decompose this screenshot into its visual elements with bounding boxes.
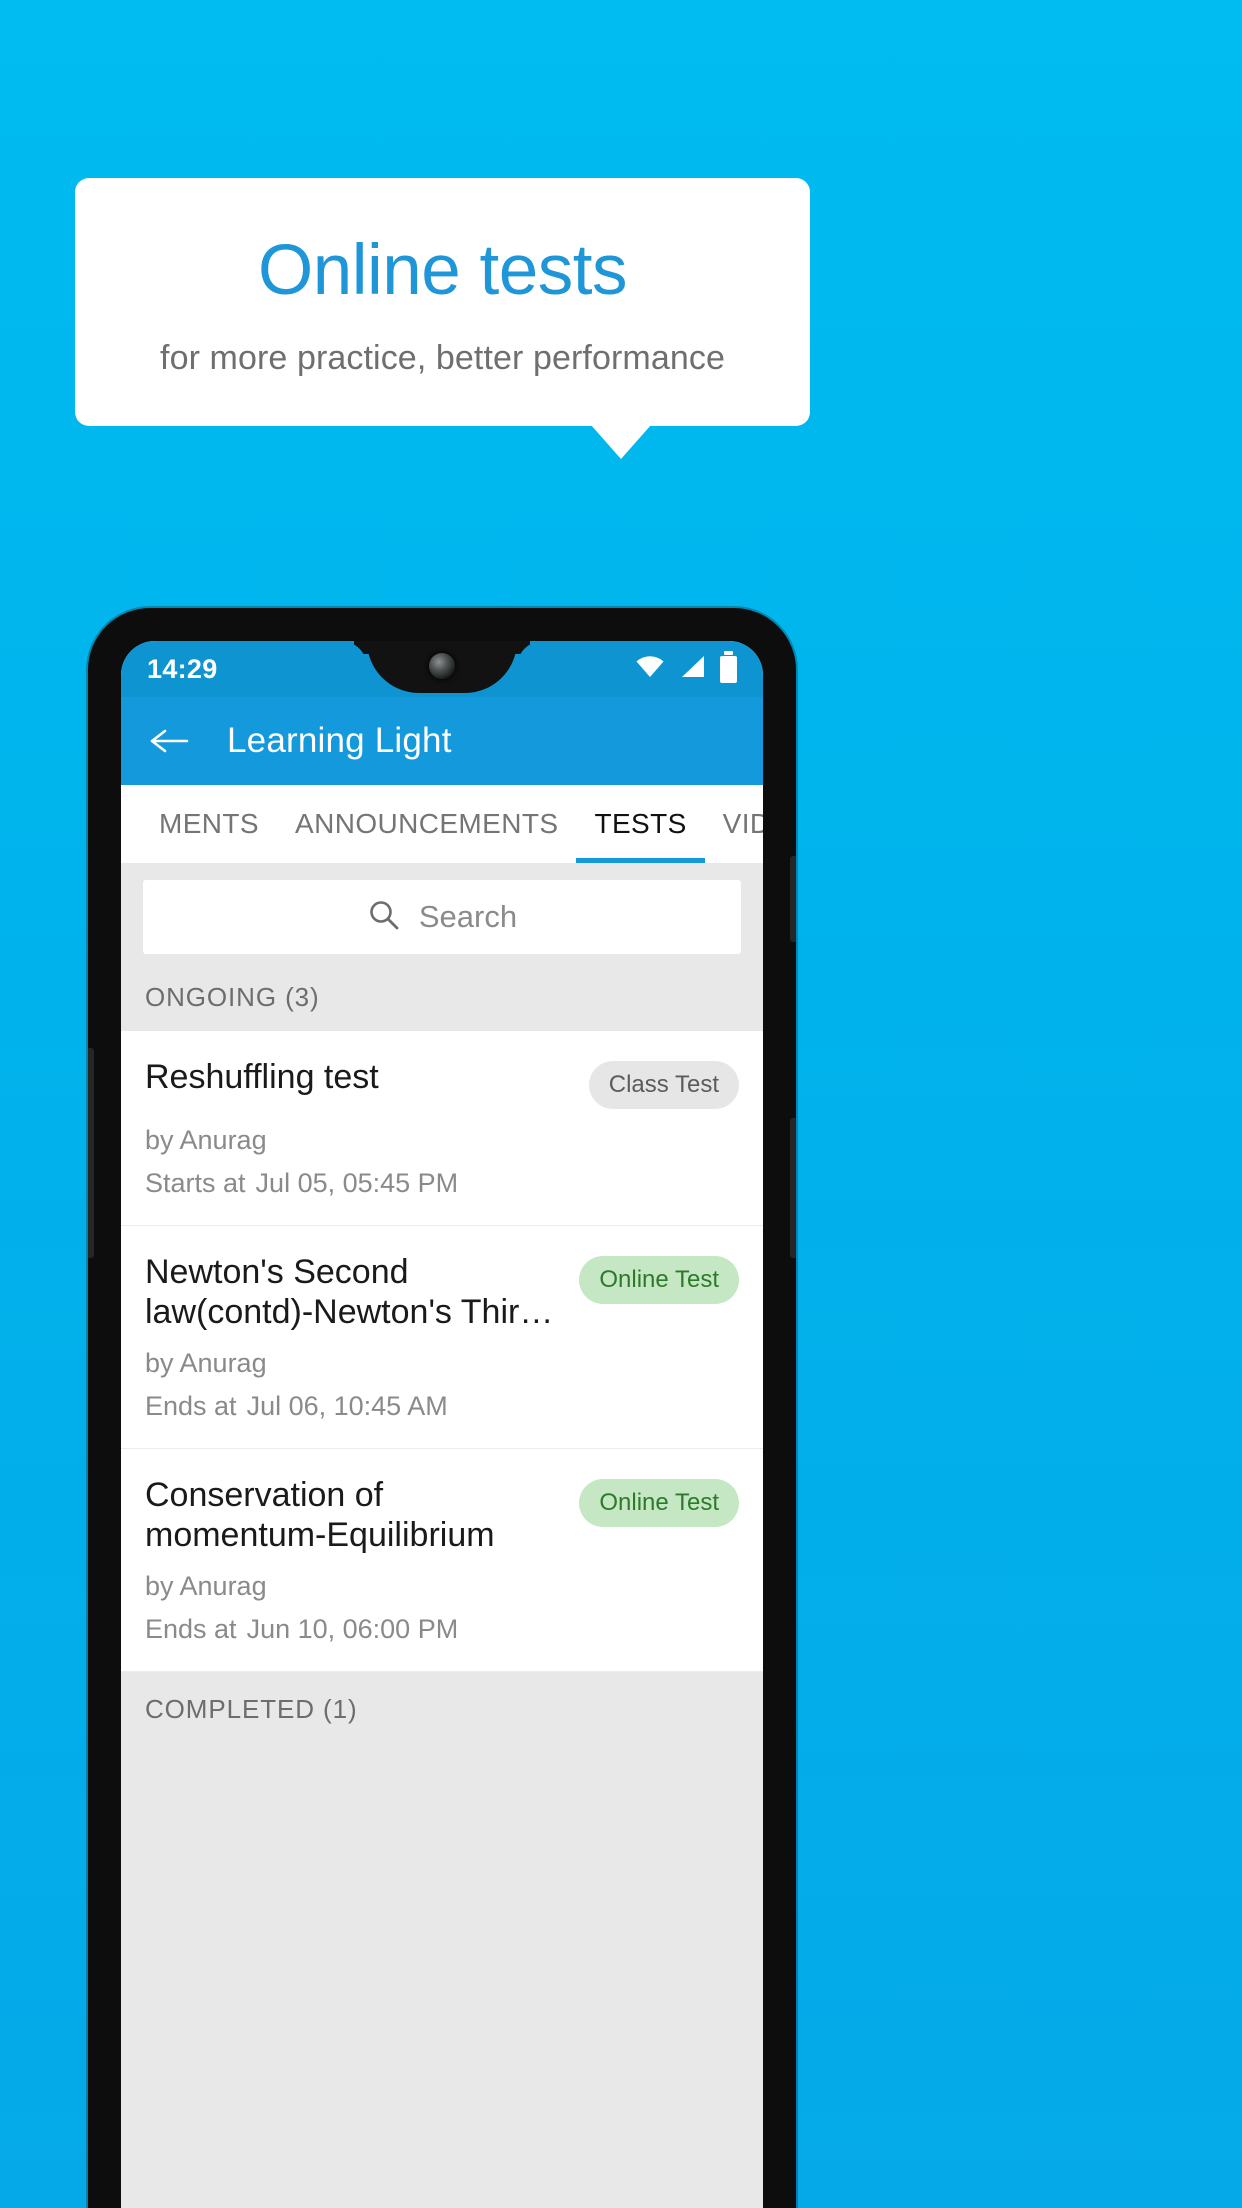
test-time-label: Ends at [145,1391,237,1422]
test-list-item[interactable]: Conservation of momentum-Equilibrium Onl… [121,1449,763,1673]
test-time-label: Starts at [145,1168,246,1198]
back-arrow-icon[interactable] [147,719,191,763]
signal-icon [679,655,706,683]
app-bar: Learning Light [121,697,763,785]
test-author: by Anurag [145,1348,267,1379]
status-badge: Class Test [588,1061,739,1109]
test-title: Reshuffling test [145,1058,379,1096]
app-bar-title: Learning Light [227,721,452,760]
section-header-ongoing: ONGOING (3) [121,972,763,1031]
battery-icon [720,650,737,683]
test-list-item[interactable]: Reshuffling test Class Test by Anurag St… [121,1031,763,1226]
tab-announcements[interactable]: ANNOUNCEMENTS [277,785,576,863]
promo-title: Online tests [258,231,627,311]
phone-power-button [790,856,796,942]
search-icon [367,898,401,937]
phone-device: 14:29 Learning Light MENTS ANNOUNCEMENTS… [88,608,796,2208]
wifi-icon [635,655,665,683]
test-title: Conservation of momentum-Equilibrium [145,1476,495,1555]
test-list: Reshuffling test Class Test by Anurag St… [121,1031,763,1673]
search-input[interactable]: Search [143,880,741,954]
test-time: Ends at Jun 10, 06:00 PM [145,1614,739,1645]
search-container: Search [121,863,763,972]
test-row: Conservation of momentum-Equilibrium Onl… [145,1475,739,1555]
test-title: Newton's Second law(contd)-Newton's Thir… [145,1253,554,1332]
test-row: Reshuffling test Class Test [145,1057,739,1109]
status-badge: Online Test [579,1479,739,1528]
test-list-item[interactable]: Newton's Second law(contd)-Newton's Thir… [121,1226,763,1450]
promo-subtitle: for more practice, better performance [160,338,725,377]
test-time-label: Ends at [145,1614,237,1645]
status-badge: Online Test [579,1256,739,1304]
phone-side-button [790,1118,796,1258]
tab-tests[interactable]: TESTS [576,785,705,863]
tests-content: Search ONGOING (3) Reshuffling test Clas… [121,863,763,2208]
tab-bar: MENTS ANNOUNCEMENTS TESTS VIDEOS [121,785,763,863]
test-author: by Anurag [145,1125,267,1155]
test-author: by Anurag [145,1571,267,1602]
section-header-completed: COMPLETED (1) [121,1672,763,1748]
test-time-value: Jun 10, 06:00 PM [246,1614,459,1645]
phone-volume-button [88,1048,94,1258]
promo-card: Online tests for more practice, better p… [75,178,810,426]
status-icons [635,650,737,683]
front-camera [429,653,455,679]
phone-screen: 14:29 Learning Light MENTS ANNOUNCEMENTS… [121,641,763,2208]
test-time-value: Jul 06, 10:45 AM [246,1391,448,1422]
test-time-value: Jul 05, 05:45 PM [255,1168,459,1198]
promo-callout-tail [591,425,651,459]
tab-videos[interactable]: VIDEOS [705,785,763,863]
tab-assignments[interactable]: MENTS [141,785,277,863]
test-row: Newton's Second law(contd)-Newton's Thir… [145,1252,739,1332]
search-placeholder: Search [418,899,518,934]
phone-notch [367,641,517,693]
test-time: Ends at Jul 06, 10:45 AM [145,1391,739,1422]
status-time: 14:29 [147,653,218,684]
status-bar: 14:29 [121,641,763,697]
test-time: Starts at Jul 05, 05:45 PM [145,1168,739,1199]
